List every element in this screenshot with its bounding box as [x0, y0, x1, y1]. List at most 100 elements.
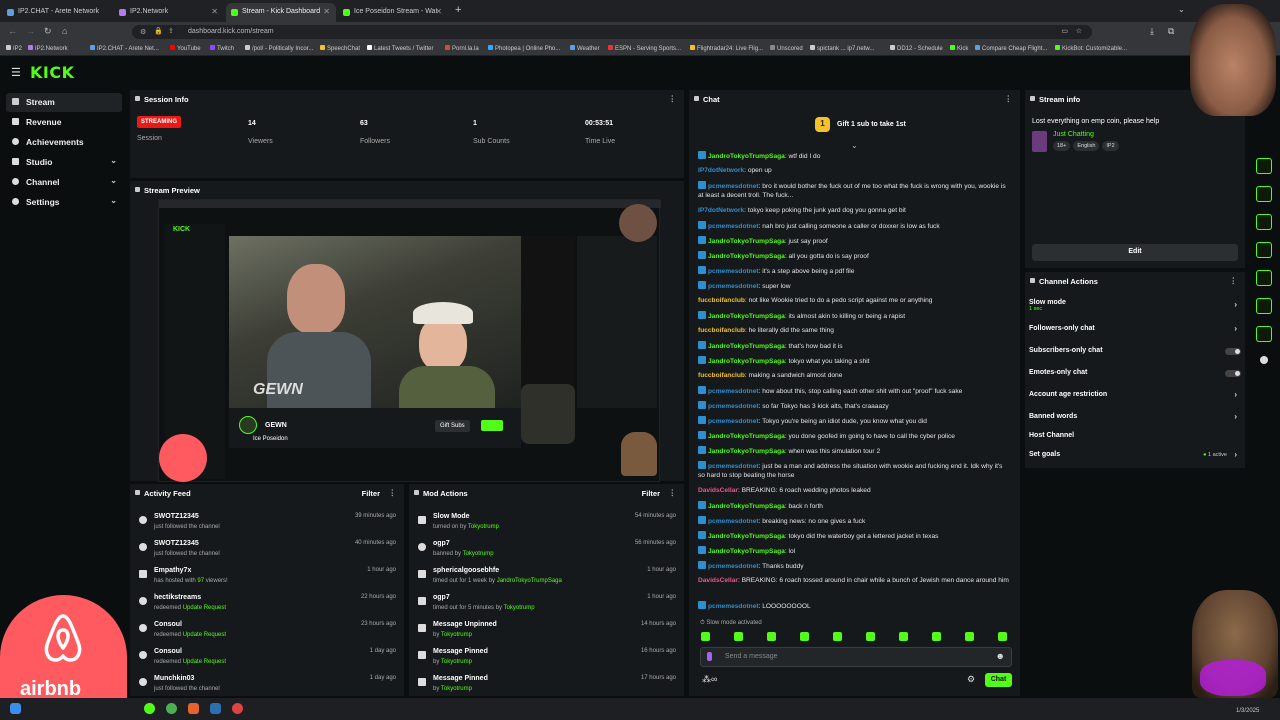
- feed-name[interactable]: Munchkin03: [154, 675, 194, 682]
- chat-username[interactable]: fuccboifanclub: [698, 327, 745, 334]
- emotes-only-toggle[interactable]: [1225, 370, 1241, 377]
- feed-name[interactable]: hectikstreams: [154, 594, 201, 601]
- emote-button[interactable]: [998, 632, 1007, 641]
- gift-badge-icon[interactable]: 1: [815, 117, 830, 132]
- chat-username[interactable]: IP7dotNetwork: [698, 207, 744, 214]
- forward-icon[interactable]: →: [26, 26, 35, 36]
- bookmark-item[interactable]: Kick: [950, 45, 968, 52]
- browser-tab-3-active[interactable]: Stream - Kick Dashboard ✕: [226, 3, 336, 22]
- close-tab-icon[interactable]: ✕: [435, 7, 442, 16]
- chevron-down-icon[interactable]: ⌄: [1178, 5, 1185, 14]
- more-options-icon[interactable]: ⋮: [669, 94, 677, 103]
- emote-button[interactable]: [800, 632, 809, 641]
- chat-username[interactable]: pcmemesdotnet: [708, 403, 759, 410]
- feed-name[interactable]: SWOTZ12345: [154, 513, 199, 520]
- more-options-icon[interactable]: ⋮: [1230, 276, 1238, 285]
- more-options-icon[interactable]: ⋮: [389, 488, 397, 497]
- emote-button[interactable]: [833, 632, 842, 641]
- stats-icon[interactable]: ⁂∞: [702, 674, 717, 685]
- bookmark-item[interactable]: Pornl.la.la: [445, 45, 479, 52]
- emote-button[interactable]: [701, 632, 710, 641]
- bookmark-item[interactable]: Twitch: [210, 45, 234, 52]
- bookmark-item[interactable]: spictank ... ip7.netw...: [810, 45, 874, 52]
- reload-icon[interactable]: ↻: [44, 26, 52, 37]
- bookmark-item[interactable]: /pol/ - Politically Incor...: [245, 45, 313, 52]
- bookmark-item[interactable]: Compare Cheap Flight...: [975, 45, 1047, 52]
- chat-username[interactable]: JandroTokyoTrumpSaga: [708, 153, 785, 160]
- emoji-icon[interactable]: ☻: [996, 651, 1005, 661]
- sidebar-item-achievements[interactable]: Achievements: [6, 133, 122, 152]
- browser-tab-1[interactable]: IP2.CHAT - Arete Network: [2, 3, 112, 22]
- bookmark-star-icon[interactable]: ☆: [1076, 27, 1082, 35]
- windows-start-icon[interactable]: [10, 703, 21, 714]
- browser-tab-2[interactable]: IP2.Network ✕: [114, 3, 224, 22]
- bookmark-item[interactable]: DD12 - Schedule: [890, 45, 943, 52]
- more-options-icon[interactable]: ⋮: [1005, 94, 1013, 103]
- bookmark-item[interactable]: ESPN - Serving Sports...: [608, 45, 681, 52]
- emote-button[interactable]: [767, 632, 776, 641]
- mod-action-name[interactable]: ogp7: [433, 540, 450, 547]
- quick-action-clip-button[interactable]: [1256, 214, 1272, 230]
- chat-username[interactable]: fuccboifanclub: [698, 372, 745, 379]
- channel-action-banned-words[interactable]: Banned words ›: [1029, 412, 1241, 429]
- quick-action-raid-button[interactable]: [1256, 158, 1272, 174]
- chat-username[interactable]: JandroTokyoTrumpSaga: [708, 358, 785, 365]
- taskbar-app-icon[interactable]: [210, 703, 221, 714]
- chat-username[interactable]: pcmemesdotnet: [708, 463, 759, 470]
- menu-icon[interactable]: ☰: [11, 66, 21, 79]
- chat-username[interactable]: JandroTokyoTrumpSaga: [708, 343, 785, 350]
- url-field[interactable]: ⚙ 🔒 ⇪ dashboard.kick.com/stream ☆ ▭: [132, 25, 1092, 39]
- close-tab-icon[interactable]: ✕: [323, 7, 330, 16]
- quick-action-poll-button[interactable]: [1256, 270, 1272, 286]
- mod-actor[interactable]: Tokyotrump: [441, 632, 472, 638]
- chat-username[interactable]: pcmemesdotnet: [708, 268, 759, 275]
- bookmark-item[interactable]: KickBot: Customizable...: [1055, 45, 1127, 52]
- chat-username[interactable]: pcmemesdotnet: [708, 283, 759, 290]
- browser-tab-4[interactable]: Ice Poseidon Stream - Wat ✕: [338, 3, 448, 22]
- channel-action-set-goals[interactable]: Set goals ● 1 active ›: [1029, 450, 1241, 467]
- chat-username[interactable]: JandroTokyoTrumpSaga: [708, 253, 785, 260]
- mod-actor[interactable]: JandroTokyoTrumpSaga: [497, 578, 562, 584]
- bookmark-item[interactable]: Photopea | Online Pho...: [488, 45, 560, 52]
- new-tab-icon[interactable]: +: [455, 4, 461, 16]
- mod-actor[interactable]: Tokyotrump: [441, 686, 472, 692]
- download-icon[interactable]: ⤓: [1150, 26, 1154, 37]
- chat-username[interactable]: pcmemesdotnet: [708, 183, 759, 190]
- mod-action-name[interactable]: ogp7: [433, 594, 450, 601]
- emote-button[interactable]: [965, 632, 974, 641]
- add-widget-icon[interactable]: [1260, 356, 1268, 364]
- bookmark-item[interactable]: Weather: [570, 45, 600, 52]
- more-options-icon[interactable]: ⋮: [669, 488, 677, 497]
- quick-action-flash-button[interactable]: [1256, 186, 1272, 202]
- feed-name[interactable]: Consoul: [154, 648, 182, 655]
- chat-username[interactable]: IP7dotNetwork: [698, 167, 744, 174]
- chat-username[interactable]: DavidsCellar: [698, 577, 738, 584]
- chat-username[interactable]: JandroTokyoTrumpSaga: [708, 313, 785, 320]
- sidebar-item-channel[interactable]: Channel ⌄: [6, 173, 122, 192]
- channel-action-host-channel[interactable]: Host Channel: [1029, 432, 1241, 448]
- category-link[interactable]: Just Chatting: [1053, 131, 1094, 138]
- chat-username[interactable]: JandroTokyoTrumpSaga: [708, 503, 785, 510]
- quick-action-chat-button[interactable]: [1256, 242, 1272, 258]
- close-tab-icon[interactable]: ✕: [211, 7, 218, 16]
- emote-button[interactable]: [866, 632, 875, 641]
- quick-action-wrench-button[interactable]: [1256, 326, 1272, 342]
- chat-username[interactable]: JandroTokyoTrumpSaga: [708, 433, 785, 440]
- sidebar-item-revenue[interactable]: Revenue: [6, 113, 122, 132]
- microphone-icon[interactable]: [707, 652, 712, 661]
- chat-username[interactable]: DavidsCellar: [698, 487, 738, 494]
- taskbar-chrome-icon[interactable]: [166, 703, 177, 714]
- filter-button[interactable]: Filter: [642, 489, 660, 498]
- bookmark-item[interactable]: Unscored: [770, 45, 803, 52]
- chat-username[interactable]: pcmemesdotnet: [708, 603, 759, 610]
- channel-action-followers-only[interactable]: Followers-only chat ›: [1029, 324, 1241, 341]
- quick-action-layout-button[interactable]: [1256, 298, 1272, 314]
- chat-username[interactable]: pcmemesdotnet: [708, 388, 759, 395]
- chat-username[interactable]: JandroTokyoTrumpSaga: [708, 448, 785, 455]
- feed-name[interactable]: SWOTZ12345: [154, 540, 199, 547]
- chat-username[interactable]: pcmemesdotnet: [708, 418, 759, 425]
- feed-name[interactable]: Empathy7x: [154, 567, 191, 574]
- mod-actor[interactable]: Tokyotrump: [463, 551, 494, 557]
- feed-name[interactable]: Consoul: [154, 621, 182, 628]
- bookmark-item[interactable]: IP2: [6, 45, 22, 52]
